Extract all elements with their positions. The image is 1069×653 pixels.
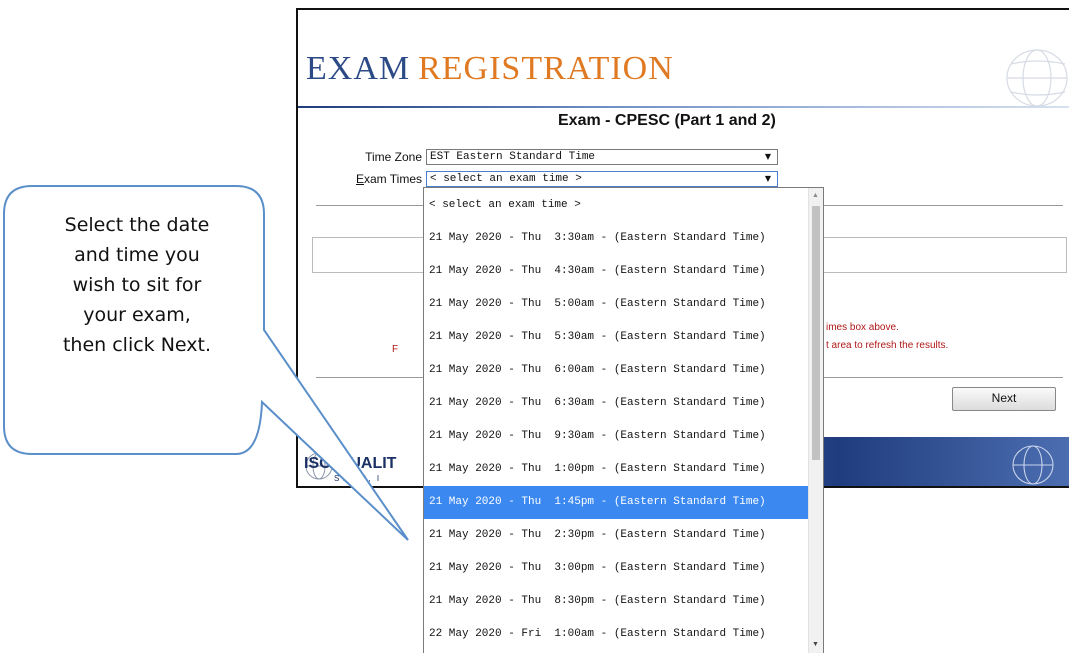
dropdown-option[interactable]: 21 May 2020 - Thu 5:00am - (Eastern Stan… bbox=[424, 288, 808, 321]
globe-watermark-icon bbox=[1012, 445, 1054, 485]
dropdown-option[interactable]: 22 May 2020 - Fri 1:00am - (Eastern Stan… bbox=[424, 618, 808, 651]
globe-watermark-icon bbox=[1006, 49, 1068, 107]
exam-times-label-accesskey: E bbox=[355, 172, 364, 186]
scroll-down-arrow-icon[interactable]: ▼ bbox=[812, 641, 819, 648]
exam-title: Exam - CPESC (Part 1 and 2) bbox=[558, 112, 776, 129]
page-logo-title: EXAM REGISTRATION bbox=[306, 50, 674, 88]
footer-company-logo: ISO-QUALIT bbox=[304, 455, 397, 472]
footer-company-logo-sub: STING, I bbox=[334, 474, 382, 483]
callout-text: Select the date and time you wish to sit f… bbox=[14, 210, 260, 360]
instruction-line-1: imes box above. bbox=[826, 322, 899, 333]
dropdown-option[interactable]: 21 May 2020 - Thu 1:00pm - (Eastern Stan… bbox=[424, 453, 808, 486]
dropdown-option[interactable]: 21 May 2020 - Thu 3:00pm - (Eastern Stan… bbox=[424, 552, 808, 585]
scroll-up-arrow-icon[interactable]: ▲ bbox=[812, 192, 819, 199]
callout-line: Select the date bbox=[64, 214, 210, 236]
exam-times-label-text: xam Times bbox=[363, 172, 422, 186]
divider bbox=[823, 377, 1063, 378]
header-separator bbox=[298, 106, 1069, 108]
divider bbox=[316, 205, 428, 206]
title-word-registration: REGISTRATION bbox=[418, 50, 674, 87]
callout-line: wish to sit for bbox=[72, 274, 202, 296]
dropdown-option[interactable]: 21 May 2020 - Thu 3:30am - (Eastern Stan… bbox=[424, 222, 808, 255]
dropdown-option[interactable]: 21 May 2020 - Thu 6:30am - (Eastern Stan… bbox=[424, 387, 808, 420]
chevron-down-icon: ▼ bbox=[764, 152, 771, 161]
dropdown-option[interactable]: 21 May 2020 - Thu 1:45pm - (Eastern Stan… bbox=[424, 486, 808, 519]
dropdown-option[interactable]: 21 May 2020 - Thu 8:30pm - (Eastern Stan… bbox=[424, 585, 808, 618]
dropdown-option[interactable]: 21 May 2020 - Thu 4:30am - (Eastern Stan… bbox=[424, 255, 808, 288]
dropdown-option[interactable]: 21 May 2020 - Thu 5:30am - (Eastern Stan… bbox=[424, 321, 808, 354]
next-button[interactable]: Next bbox=[952, 387, 1056, 411]
exam-times-value: < select an exam time > bbox=[430, 173, 582, 185]
dropdown-option[interactable]: 21 May 2020 - Thu 9:30am - (Eastern Stan… bbox=[424, 420, 808, 453]
exam-times-label: Exam Times bbox=[340, 172, 422, 186]
title-word-exam: EXAM bbox=[306, 50, 411, 87]
instruction-line-2: t area to refresh the results. bbox=[826, 340, 949, 351]
dropdown-option[interactable]: 21 May 2020 - Thu 2:30pm - (Eastern Stan… bbox=[424, 519, 808, 552]
time-zone-label: Time Zone bbox=[365, 150, 422, 164]
callout-line: then click Next. bbox=[62, 334, 212, 356]
chevron-down-icon: ▼ bbox=[764, 174, 771, 183]
dropdown-option-placeholder[interactable]: < select an exam time > bbox=[424, 189, 808, 222]
scrollbar-thumb[interactable] bbox=[812, 206, 820, 460]
time-zone-value: EST Eastern Standard Time bbox=[430, 151, 596, 163]
dropdown-scrollbar[interactable]: ▲ ▼ bbox=[808, 188, 823, 653]
dropdown-option[interactable]: 21 May 2020 - Thu 6:00am - (Eastern Stan… bbox=[424, 354, 808, 387]
instruction-fragment: F bbox=[392, 344, 399, 355]
time-zone-select[interactable]: EST Eastern Standard Time ▼ bbox=[426, 149, 778, 165]
divider bbox=[316, 377, 428, 378]
divider bbox=[823, 205, 1063, 206]
exam-times-select[interactable]: < select an exam time > ▼ bbox=[426, 171, 778, 187]
callout-line: and time you bbox=[74, 244, 200, 266]
exam-times-dropdown-list[interactable]: < select an exam time >21 May 2020 - Thu… bbox=[423, 187, 824, 653]
callout-line: your exam, bbox=[83, 304, 191, 326]
